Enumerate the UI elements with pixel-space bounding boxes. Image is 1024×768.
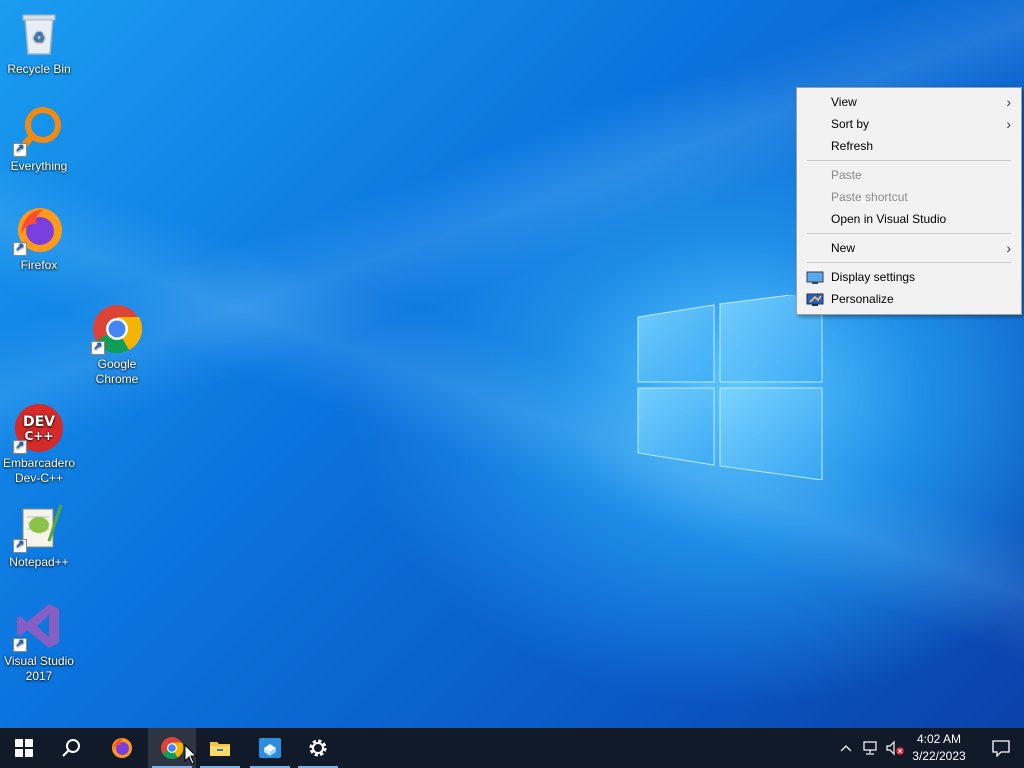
svg-text:DEV: DEV	[23, 414, 55, 430]
desktop-icon-devcpp[interactable]: DEV C++ Embarcadero Dev-C++	[0, 402, 78, 486]
settings-icon	[309, 739, 327, 757]
windows-logo-wallpaper	[636, 290, 826, 481]
taskbar-file-explorer-button[interactable]	[196, 728, 244, 768]
menu-item-display-settings[interactable]: Display settings	[797, 266, 1021, 288]
file-explorer-icon	[210, 742, 230, 756]
shortcut-arrow-icon	[13, 142, 27, 157]
svg-text:C++: C++	[25, 429, 54, 443]
taskbar-sandbox-button[interactable]	[246, 728, 294, 768]
devcpp-icon: DEV C++	[13, 402, 65, 454]
chevron-right-icon: ›	[1006, 240, 1011, 256]
menu-item-personalize[interactable]: Personalize	[797, 288, 1021, 310]
volume-button[interactable]	[884, 728, 906, 768]
shortcut-arrow-icon	[13, 241, 27, 256]
desktop-icon-label: Firefox	[20, 258, 58, 272]
chrome-icon	[91, 303, 143, 355]
chrome-icon	[161, 737, 184, 759]
desktop-icon-label: Notepad++	[9, 555, 69, 569]
shortcut-arrow-icon	[13, 538, 27, 553]
desktop-icon-google-chrome[interactable]: Google Chrome	[78, 303, 156, 387]
desktop-icon-everything[interactable]: Everything	[0, 105, 78, 174]
taskbar-settings-button[interactable]	[294, 728, 342, 768]
desktop-icon-label: Embarcadero Dev-C++	[2, 456, 76, 485]
desktop-icon-label: Google Chrome	[95, 357, 139, 386]
mouse-cursor-icon	[184, 743, 198, 766]
sandbox-icon	[259, 738, 281, 758]
chevron-right-icon: ›	[1006, 116, 1011, 132]
clock-time: 4:02 AM	[916, 732, 962, 746]
taskbar: 4:02 AM 3/22/2023	[0, 728, 1024, 768]
recycle-bin-icon: ♻	[13, 8, 65, 60]
desktop-icon-visual-studio[interactable]: Visual Studio 2017	[0, 600, 78, 684]
desktop-icon-label: Recycle Bin	[7, 62, 71, 76]
desktop-icon-label: Everything	[10, 159, 68, 173]
everything-icon	[13, 105, 65, 157]
taskbar-clock[interactable]: 4:02 AM 3/22/2023	[904, 728, 974, 768]
show-hidden-icons-button[interactable]	[836, 728, 856, 768]
chevron-right-icon: ›	[1006, 94, 1011, 110]
desktop-icon-firefox[interactable]: Firefox	[0, 204, 78, 273]
desktop-icon-notepadpp[interactable]: Notepad++	[0, 501, 78, 570]
shortcut-arrow-icon	[91, 340, 105, 355]
firefox-icon	[112, 738, 132, 758]
menu-item-sort-by[interactable]: Sort by ›	[797, 113, 1021, 135]
search-button[interactable]	[48, 728, 96, 768]
svg-text:♻: ♻	[33, 30, 46, 46]
desktop-icon-recycle-bin[interactable]: ♻ Recycle Bin	[0, 8, 78, 77]
menu-item-paste-shortcut[interactable]: Paste shortcut	[797, 186, 1021, 208]
taskbar-firefox-button[interactable]	[98, 728, 146, 768]
personalize-icon	[806, 292, 824, 306]
desktop-icon-label: Visual Studio 2017	[4, 654, 74, 683]
desktop-context-menu: View › Sort by › Refresh Paste Paste sho…	[796, 87, 1022, 315]
action-center-button[interactable]	[978, 728, 1024, 768]
shortcut-arrow-icon	[13, 637, 27, 652]
menu-item-open-in-visual-studio[interactable]: Open in Visual Studio	[797, 208, 1021, 230]
menu-separator	[807, 233, 1011, 234]
network-button[interactable]	[860, 728, 882, 768]
shortcut-arrow-icon	[13, 439, 27, 454]
menu-item-new[interactable]: New ›	[797, 237, 1021, 259]
menu-separator	[807, 160, 1011, 161]
firefox-icon	[13, 204, 65, 256]
menu-item-refresh[interactable]: Refresh	[797, 135, 1021, 157]
menu-item-paste[interactable]: Paste	[797, 164, 1021, 186]
visual-studio-icon	[13, 600, 65, 652]
clock-date: 3/22/2023	[912, 749, 966, 763]
search-icon	[62, 739, 80, 757]
notification-icon	[992, 740, 1010, 757]
menu-separator	[807, 262, 1011, 263]
chevron-up-icon	[840, 745, 852, 752]
volume-muted-icon	[886, 740, 904, 756]
start-icon	[15, 739, 33, 757]
menu-item-view[interactable]: View ›	[797, 91, 1021, 113]
network-icon	[863, 741, 877, 755]
notepadpp-icon	[13, 501, 65, 553]
start-button[interactable]	[0, 728, 48, 768]
display-icon	[806, 270, 824, 284]
